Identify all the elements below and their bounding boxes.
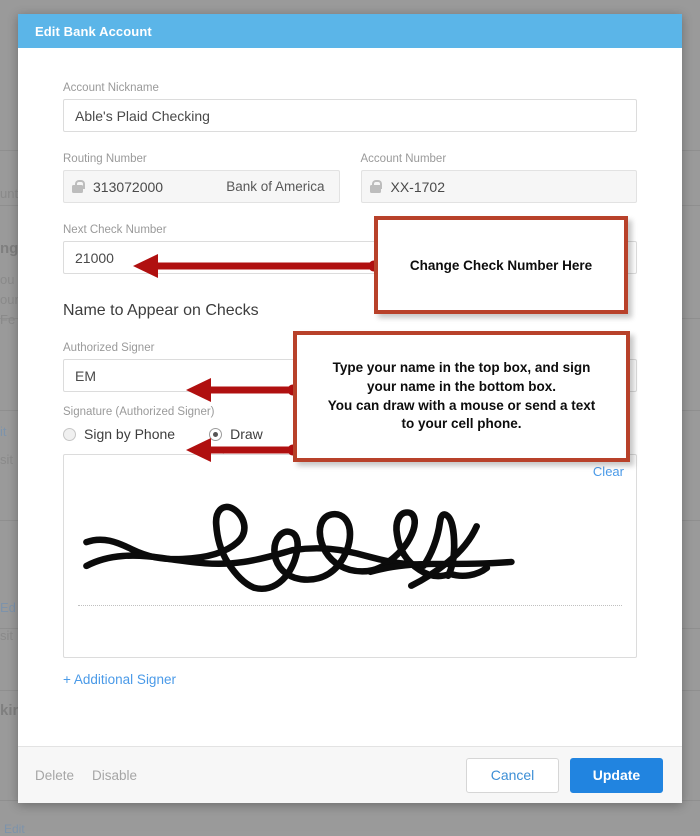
dialog-title-bar: Edit Bank Account [18, 14, 682, 48]
signature-canvas[interactable]: Clear [63, 454, 637, 658]
authorized-signer-value: EM [75, 367, 96, 384]
backdrop-text: Ed [0, 600, 16, 615]
backdrop-text: sit [0, 452, 13, 467]
annotation-2-line4: to your cell phone. [401, 416, 522, 432]
add-additional-signer-link[interactable]: + Additional Signer [63, 672, 176, 687]
routing-number-label: Routing Number [63, 153, 147, 165]
backdrop-edit-link: Edit [4, 822, 25, 836]
next-check-number-value: 21000 [75, 249, 114, 266]
signature-area: Clear [63, 454, 637, 658]
annotation-1-text: Change Check Number Here [409, 257, 593, 273]
dialog-title: Edit Bank Account [35, 23, 152, 39]
radio-circle-selected-icon [209, 427, 223, 441]
radio-draw-label: Draw [230, 426, 263, 442]
routing-number-group: Routing Number 313072000 Bank of America [63, 153, 340, 203]
backdrop-text: ng [0, 240, 19, 257]
annotation-change-check-number: Change Check Number Here [374, 216, 628, 314]
backdrop-text: sit [0, 628, 13, 643]
annotation-signature-instructions: Type your name in the top box, and sign … [293, 331, 630, 462]
disable-button[interactable]: Disable [92, 768, 137, 783]
bank-name-label: Bank of America [226, 179, 325, 194]
backdrop-text: Fe [0, 312, 16, 327]
routing-number-input: 313072000 Bank of America [63, 170, 340, 203]
account-nickname-label: Account Nickname [63, 82, 159, 94]
dialog-footer: Delete Disable Cancel Update [18, 746, 682, 803]
account-number-group: Account Number XX-1702 [360, 153, 637, 203]
backdrop-text: ou [0, 272, 15, 287]
account-nickname-value: Able's Plaid Checking [75, 107, 210, 124]
lock-icon [72, 180, 85, 193]
routing-number-value: 313072000 [93, 178, 164, 195]
radio-sign-by-phone[interactable]: Sign by Phone [63, 426, 175, 442]
account-number-value: XX-1702 [390, 178, 445, 195]
lock-icon [369, 180, 382, 193]
radio-draw[interactable]: Draw [209, 426, 263, 442]
signature-drawing [83, 503, 515, 593]
annotation-2-line2: your name in the bottom box. [366, 378, 556, 394]
annotation-2-line3: You can draw with a mouse or send a text [327, 397, 596, 413]
annotation-2-line1: Type your name in the top box, and sign [332, 360, 591, 376]
cancel-button[interactable]: Cancel [466, 757, 559, 793]
account-nickname-input[interactable]: Able's Plaid Checking [63, 99, 637, 132]
account-number-input: XX-1702 [360, 170, 637, 203]
account-number-label: Account Number [360, 153, 447, 165]
update-button[interactable]: Update [570, 757, 663, 793]
delete-button[interactable]: Delete [35, 768, 74, 783]
signature-baseline [78, 605, 622, 606]
radio-sign-by-phone-label: Sign by Phone [84, 426, 176, 442]
radio-circle-icon [63, 427, 76, 441]
routing-account-row: Routing Number 313072000 Bank of America… [63, 153, 637, 203]
backdrop-text: it [0, 424, 7, 439]
